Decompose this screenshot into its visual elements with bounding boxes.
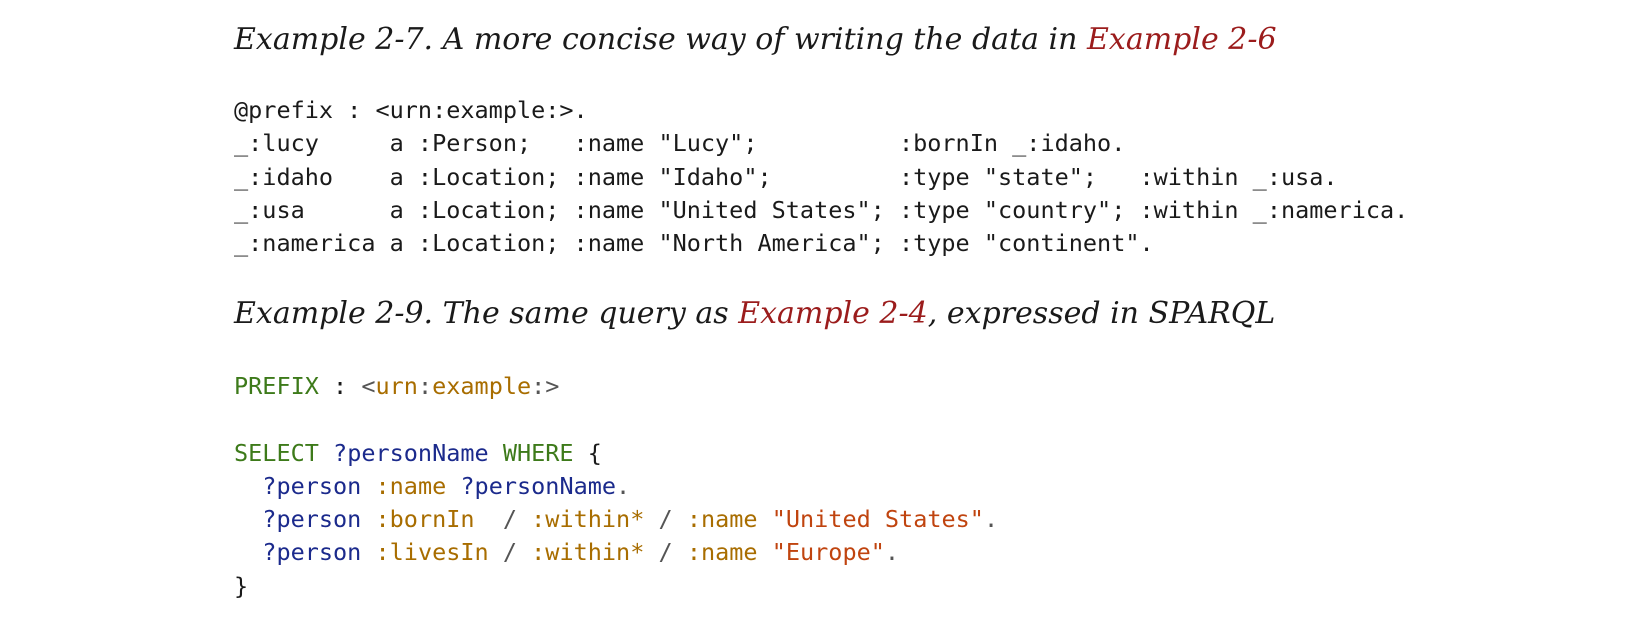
caption-prefix: Example 2-9. The same query as	[234, 296, 739, 331]
select-keyword: SELECT	[234, 438, 319, 467]
code-line: _:idaho a :Location; :name "Idaho"; :typ…	[234, 162, 1338, 191]
query-predicate: :name	[686, 538, 758, 567]
caption-suffix: , expressed in SPARQL	[927, 296, 1276, 331]
query-predicate: :name	[375, 471, 447, 500]
select-variable: ?personName	[333, 438, 489, 467]
statement-end: .	[616, 471, 631, 500]
prefix-sep: :	[417, 372, 433, 400]
where-keyword: WHERE	[502, 438, 574, 467]
query-predicate: :within*	[531, 505, 645, 534]
code-line: _:lucy a :Person; :name "Lucy"; :bornIn …	[234, 129, 1126, 158]
statement-end: .	[884, 538, 900, 567]
code-line: @prefix : <urn:example:>.	[234, 96, 588, 124]
path-separator: /	[502, 505, 517, 534]
prefix-colon: :	[318, 372, 362, 400]
code-line: _:usa a :Location; :name "United States"…	[234, 195, 1409, 224]
path-separator: /	[502, 538, 517, 567]
statement-end: .	[983, 505, 999, 534]
example-2-7-caption: Example 2-7. A more concise way of writi…	[234, 20, 1277, 60]
query-predicate: :within*	[531, 538, 645, 567]
prefix-open: <	[361, 372, 376, 400]
query-predicate: :bornIn	[375, 505, 475, 534]
path-separator: /	[658, 538, 673, 567]
turtle-code-block: @prefix : <urn:example:>. _:lucy a :Pers…	[234, 94, 1408, 260]
query-variable: ?person	[262, 505, 362, 534]
prefix-close: :>	[531, 372, 560, 400]
example-2-4-link[interactable]: Example 2-4	[738, 296, 928, 331]
close-brace: }	[234, 571, 249, 600]
sparql-code-block: PREFIX : <urn:example:> SELECT ?personNa…	[234, 370, 998, 603]
prefix-example: example	[432, 372, 532, 400]
query-predicate: :name	[686, 505, 758, 534]
query-variable: ?person	[262, 471, 362, 500]
example-2-9-caption: Example 2-9. The same query as Example 2…	[234, 294, 1275, 334]
query-variable: ?person	[262, 538, 362, 567]
caption-text: Example 2-7. A more concise way of writi…	[234, 22, 1087, 57]
query-string: "Europe"	[771, 538, 885, 567]
query-string: "United States"	[771, 505, 984, 534]
prefix-keyword: PREFIX	[234, 372, 319, 400]
prefix-urn: urn	[375, 372, 418, 400]
open-brace: {	[587, 438, 602, 467]
example-2-6-link[interactable]: Example 2-6	[1087, 22, 1277, 57]
query-predicate: :livesIn	[375, 538, 489, 567]
query-variable: ?personName	[460, 471, 617, 500]
path-separator: /	[658, 505, 673, 534]
code-line: _:namerica a :Location; :name "North Ame…	[234, 229, 1154, 258]
